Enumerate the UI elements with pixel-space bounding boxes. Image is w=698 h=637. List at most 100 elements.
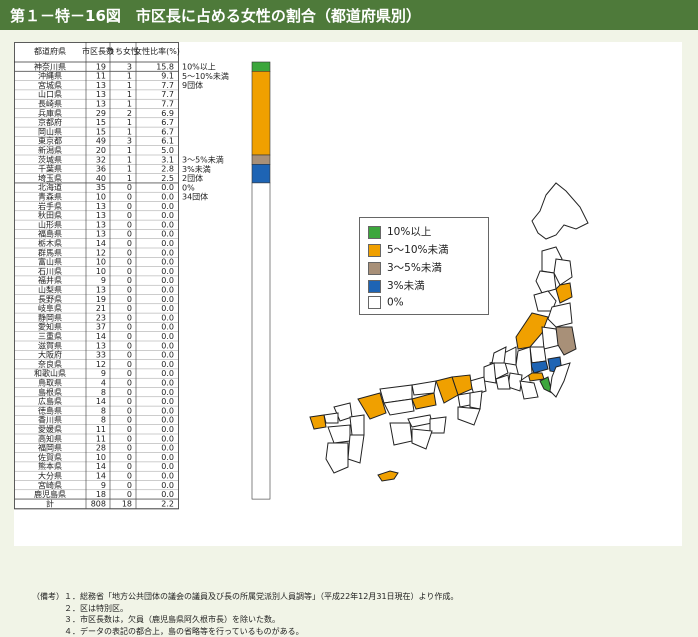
note-label: （備考） (32, 591, 64, 603)
table-cell-ratio: 0.0 (161, 388, 174, 397)
table-cell-female: 2 (127, 109, 132, 118)
table-cell-ratio: 7.7 (161, 81, 174, 90)
table-cell-mayors: 13 (96, 81, 106, 90)
table-cell-ratio: 2.8 (161, 165, 174, 174)
table-cell-prefecture: 群馬県 (38, 247, 62, 257)
table-cell-female: 0 (127, 369, 132, 378)
table-cell-mayors: 21 (96, 304, 106, 313)
table-cell-mayors: 8 (101, 416, 106, 425)
chugoku-region (358, 381, 436, 419)
table-cell-female: 1 (127, 81, 132, 90)
kyushu-region (310, 403, 364, 473)
table-cell-female: 0 (127, 332, 132, 341)
band-count-4: 34団体 (182, 192, 208, 202)
table-cell-female: 3 (127, 137, 132, 146)
table-cell-female: 0 (127, 211, 132, 220)
table-cell-prefecture: 富山県 (38, 257, 62, 267)
table-cell-prefecture: 青森県 (38, 192, 62, 202)
japan-map (294, 177, 594, 517)
table-cell-ratio: 3.1 (161, 155, 174, 164)
table-cell-prefecture: 山梨県 (38, 285, 62, 295)
hokkaido-region (532, 183, 588, 239)
note-line: （備考）１．総務省「地方公共団体の議会の議員及び長の所属党派別人員調等」（平成2… (32, 591, 458, 603)
table-cell-ratio: 0.0 (161, 276, 174, 285)
band-3 (252, 164, 270, 183)
table-cell-mayors: 9 (101, 276, 106, 285)
table-cell-ratio: 0.0 (161, 193, 174, 202)
table-cell-female: 0 (127, 462, 132, 471)
table-cell-prefecture: 栃木県 (38, 238, 62, 248)
table-cell-mayors: 15 (96, 127, 106, 136)
table-cell-mayors: 808 (91, 499, 106, 508)
table-cell-mayors: 14 (96, 332, 106, 341)
table-cell-mayors: 13 (96, 230, 106, 239)
table-cell-ratio: 15.8 (156, 62, 174, 71)
table-cell-prefecture: 宮城県 (38, 80, 62, 90)
table-cell-ratio: 6.9 (161, 109, 174, 118)
table-cell-female: 0 (127, 341, 132, 350)
table-cell-prefecture: 奈良県 (38, 359, 62, 369)
table-cell-ratio: 0.0 (161, 406, 174, 415)
band-4 (252, 183, 270, 499)
table-cell-ratio: 0.0 (161, 490, 174, 499)
table-cell-prefecture: 山形県 (38, 219, 62, 229)
table-cell-ratio: 0.0 (161, 425, 174, 434)
table-cell-prefecture: 新潟県 (38, 145, 62, 155)
table-cell-prefecture: 石川県 (38, 267, 62, 276)
table-cell-ratio: 0.0 (161, 220, 174, 229)
table-cell-ratio: 7.7 (161, 90, 174, 99)
table-cell-ratio: 0.0 (161, 481, 174, 490)
table-cell-female: 0 (127, 406, 132, 415)
table-cell-ratio: 0.0 (161, 332, 174, 341)
table-cell-ratio: 7.7 (161, 100, 174, 109)
table-cell-prefecture: 宮崎県 (38, 480, 62, 490)
table-cell-mayors: 13 (96, 202, 106, 211)
table-cell-prefecture: 秋田県 (38, 210, 62, 220)
title-bar: 第１－特－16図 市区長に占める女性の割合（都道府県別） (0, 0, 698, 30)
table-cell-mayors: 10 (96, 267, 106, 276)
table-cell-mayors: 15 (96, 118, 106, 127)
table-cell-prefecture: 山口県 (38, 89, 62, 99)
table-cell-mayors: 10 (96, 193, 106, 202)
table-cell-ratio: 0.0 (161, 183, 174, 192)
table-cell-prefecture: 計 (46, 498, 54, 508)
table-cell-prefecture: 沖縄県 (38, 71, 62, 81)
band-count-1: 9団体 (182, 80, 203, 90)
band-label-0: 10%以上 (182, 63, 216, 72)
note-line: ４．データの表記の都合上，島の省略等を行っているものがある。 (32, 626, 458, 637)
shikoku-region (390, 415, 446, 449)
table-cell-female: 0 (127, 248, 132, 257)
table-cell-ratio: 0.0 (161, 230, 174, 239)
band-0 (252, 62, 270, 71)
table-cell-female: 0 (127, 444, 132, 453)
table-cell-female: 0 (127, 258, 132, 267)
table-cell-ratio: 2.5 (161, 174, 174, 183)
table-cell-prefecture: 長野県 (38, 295, 62, 304)
table-cell-mayors: 13 (96, 220, 106, 229)
table-cell-female: 0 (127, 276, 132, 285)
table-header-prefecture: 都道府県 (34, 46, 66, 56)
table-cell-ratio: 0.0 (161, 416, 174, 425)
table-cell-female: 1 (127, 174, 132, 183)
table-cell-female: 1 (127, 100, 132, 109)
table-cell-prefecture: 広島県 (38, 396, 62, 406)
table-cell-prefecture: 三重県 (38, 331, 62, 341)
table-cell-female: 0 (127, 472, 132, 481)
table-cell-ratio: 0.0 (161, 202, 174, 211)
table-cell-ratio: 5.0 (161, 146, 174, 155)
table-cell-prefecture: 愛媛県 (38, 424, 62, 434)
note-text: １．総務省「地方公共団体の議会の議員及び長の所属党派別人員調等」（平成22年12… (64, 592, 458, 601)
table-cell-prefecture: 福岡県 (38, 444, 62, 453)
table-cell-ratio: 0.0 (161, 379, 174, 388)
table-cell-ratio: 0.0 (161, 323, 174, 332)
table-cell-female: 18 (122, 499, 132, 508)
table-cell-mayors: 11 (96, 425, 106, 434)
table-cell-prefecture: 和歌山県 (34, 368, 66, 378)
table-cell-ratio: 0.0 (161, 434, 174, 443)
table-cell-ratio: 6.7 (161, 127, 174, 136)
table-cell-mayors: 13 (96, 341, 106, 350)
table-cell-prefecture: 岐阜県 (38, 303, 62, 313)
table-cell-mayors: 23 (96, 313, 106, 322)
table-cell-mayors: 12 (96, 360, 106, 369)
table-cell-female: 0 (127, 481, 132, 490)
